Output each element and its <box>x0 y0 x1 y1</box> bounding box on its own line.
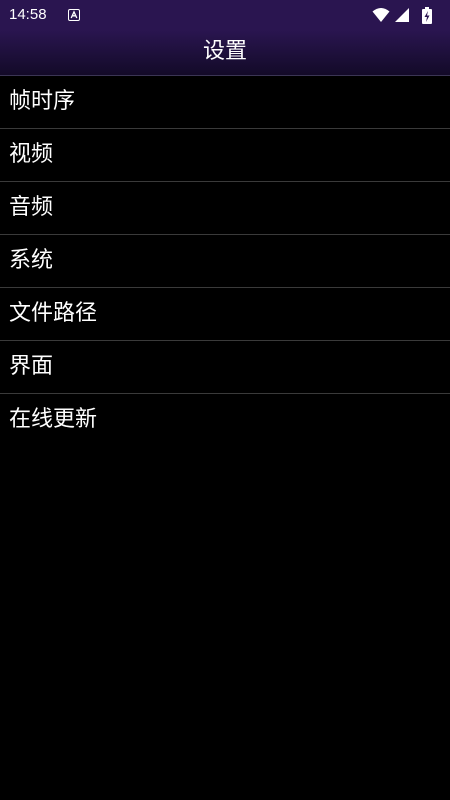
status-icons <box>372 7 442 24</box>
menu-item-label: 文件路径 <box>9 301 98 326</box>
menu-item-label: 帧时序 <box>9 89 76 114</box>
menu-item-label: 音频 <box>9 195 54 220</box>
page-title: 设置 <box>202 39 247 64</box>
menu-item-interface[interactable]: 界面 <box>0 341 450 394</box>
battery-charging-icon <box>422 7 432 28</box>
status-bar: 14:58 <box>0 0 450 30</box>
menu-item-label: 系统 <box>9 248 54 273</box>
menu-item-video[interactable]: 视频 <box>0 129 450 182</box>
menu-item-label: 在线更新 <box>9 407 98 432</box>
app-bar: 设置 <box>0 30 450 76</box>
menu-item-label: 视频 <box>9 142 54 167</box>
menu-item-online-update[interactable]: 在线更新 <box>0 394 450 446</box>
menu-item-system[interactable]: 系统 <box>0 235 450 288</box>
settings-menu: 帧时序 视频 音频 系统 文件路径 界面 在线更新 <box>0 76 450 446</box>
status-time: 14:58 <box>9 6 47 23</box>
menu-item-frame-timing[interactable]: 帧时序 <box>0 76 450 129</box>
menu-item-audio[interactable]: 音频 <box>0 182 450 235</box>
menu-item-label: 界面 <box>9 354 54 379</box>
wifi-icon <box>372 7 390 27</box>
signal-icon <box>394 7 410 27</box>
menu-item-file-paths[interactable]: 文件路径 <box>0 288 450 341</box>
a-box-icon <box>68 9 80 21</box>
